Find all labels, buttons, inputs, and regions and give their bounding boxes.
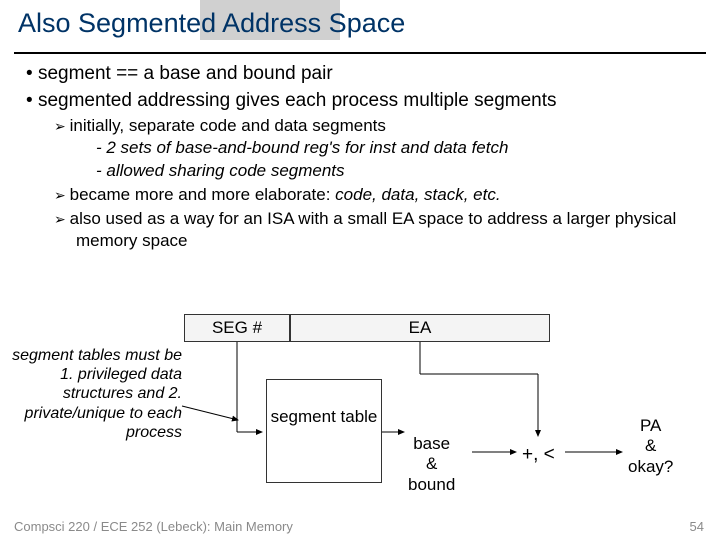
subbullet-3: also used as a way for an ISA with a sma…: [76, 208, 712, 252]
title-rule: [14, 52, 706, 54]
footer-page-number: 54: [690, 519, 704, 534]
base-bound-label: base&bound: [408, 434, 455, 495]
subline-1b: - allowed sharing code segments: [96, 160, 712, 182]
plus-lt-op: +, <: [522, 444, 555, 466]
seg-num-box: SEG #: [184, 314, 290, 342]
footer-left: Compsci 220 / ECE 252 (Lebeck): Main Mem…: [14, 519, 293, 534]
segment-table-box: segment table: [266, 379, 382, 483]
bullet-1: segment == a base and bound pair: [42, 62, 712, 87]
diagram: SEG # EA segment tables must be 1. privi…: [0, 314, 720, 514]
subbullet-2-text: became more and more elaborate:: [70, 185, 336, 204]
subline-1a: - 2 sets of base-and-bound reg's for ins…: [96, 137, 712, 159]
bullet-2: segmented addressing gives each process …: [42, 89, 712, 114]
slide-title: Also Segmented Address Space: [18, 8, 405, 39]
subbullet-1: initially, separate code and data segmen…: [76, 115, 712, 137]
segment-table-note: segment tables must be 1. privileged dat…: [6, 346, 182, 442]
pa-okay-label: PA&okay?: [628, 416, 673, 477]
segment-table-label: segment table: [271, 407, 378, 426]
subbullet-2: became more and more elaborate: code, da…: [76, 184, 712, 206]
ea-box: EA: [290, 314, 550, 342]
subbullet-2-italic: code, data, stack, etc.: [335, 185, 500, 204]
slide-body: segment == a base and bound pair segment…: [22, 62, 712, 252]
